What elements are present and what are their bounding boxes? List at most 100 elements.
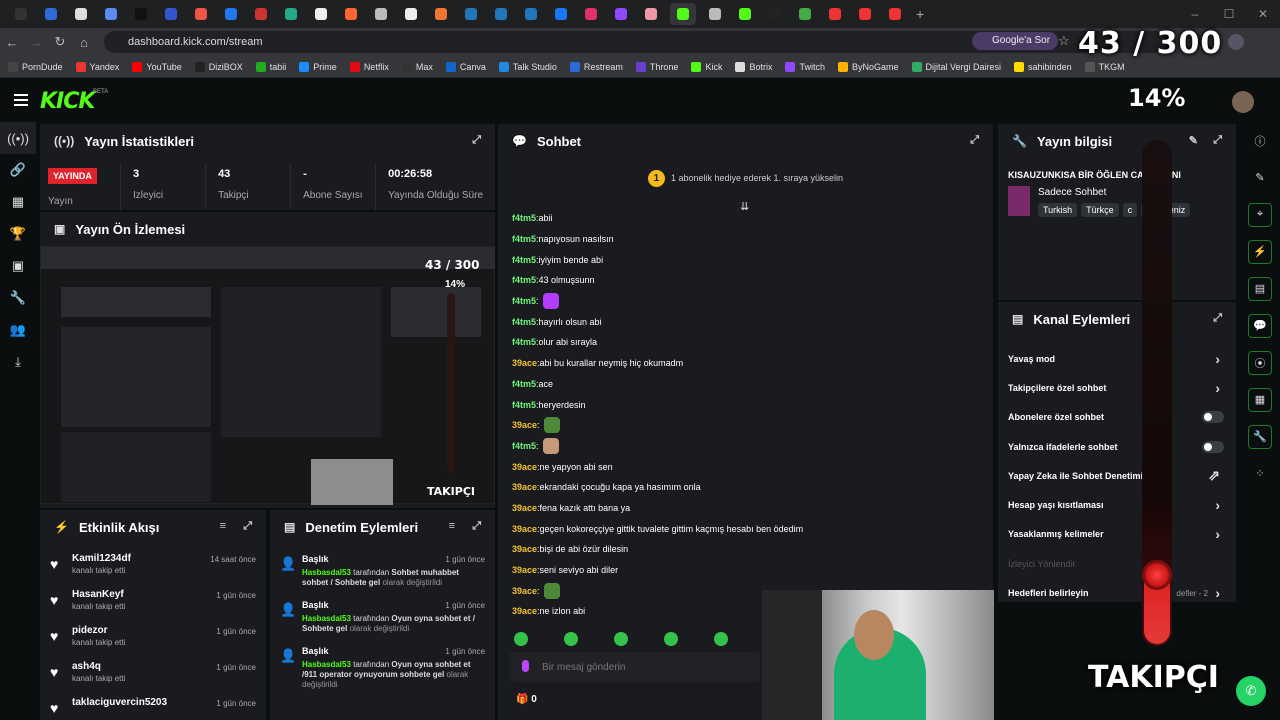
- browser-tab[interactable]: [794, 3, 816, 25]
- browser-tab[interactable]: [734, 3, 756, 25]
- popout-icon[interactable]: ⤢: [1213, 312, 1222, 325]
- chat-username[interactable]: f4tm5: [512, 275, 536, 285]
- browser-tab[interactable]: [340, 3, 362, 25]
- toggle-switch[interactable]: [1202, 440, 1224, 453]
- browser-tab[interactable]: [250, 3, 272, 25]
- browser-tab[interactable]: [854, 3, 876, 25]
- toggle-switch[interactable]: [1202, 411, 1224, 424]
- bookmark-star-icon[interactable]: ☆: [1058, 33, 1070, 49]
- emote-icon[interactable]: [714, 632, 728, 646]
- chat-username[interactable]: f4tm5: [512, 213, 536, 223]
- browser-tab[interactable]: [580, 3, 602, 25]
- edit-icon[interactable]: ✎: [1189, 134, 1198, 147]
- grid-icon[interactable]: ▦: [1240, 381, 1280, 418]
- browser-tab[interactable]: [490, 3, 512, 25]
- bookmark-item[interactable]: TKGM: [1084, 61, 1125, 72]
- bookmark-item[interactable]: DiziBOX: [194, 61, 243, 72]
- browser-tab[interactable]: [220, 3, 242, 25]
- chat-username[interactable]: 39ace: [512, 482, 537, 492]
- moderator-name[interactable]: Hasbasdal53: [302, 660, 351, 669]
- users-icon[interactable]: 👥: [0, 314, 36, 346]
- chat-username[interactable]: 39ace: [512, 420, 537, 430]
- browser-tab[interactable]: [190, 3, 212, 25]
- browser-tab[interactable]: [520, 3, 542, 25]
- emote-icon[interactable]: [564, 632, 578, 646]
- chat-input[interactable]: Bir mesaj gönderin: [510, 652, 760, 682]
- google-ask-chip[interactable]: Google'a Sor: [972, 32, 1059, 50]
- browser-tab[interactable]: [280, 3, 302, 25]
- browser-tab[interactable]: [100, 3, 122, 25]
- chat-username[interactable]: 39ace: [512, 565, 537, 575]
- reload-icon[interactable]: ↻: [48, 34, 72, 50]
- new-tab-icon[interactable]: +: [916, 6, 924, 22]
- bookmark-item[interactable]: tabii: [255, 61, 286, 72]
- trophy-icon[interactable]: 🏆: [0, 218, 36, 250]
- download-icon[interactable]: ⤓: [0, 346, 36, 378]
- whatsapp-icon[interactable]: ✆: [1236, 676, 1266, 706]
- chat-username[interactable]: f4tm5: [512, 317, 536, 327]
- chat-username[interactable]: f4tm5: [512, 400, 536, 410]
- avatar[interactable]: [1232, 91, 1254, 113]
- popout-icon[interactable]: ⤢: [1213, 134, 1222, 147]
- browser-tab[interactable]: [430, 3, 452, 25]
- browser-tab[interactable]: [370, 3, 392, 25]
- tool-icon[interactable]: 🔧: [1240, 418, 1280, 455]
- chat-username[interactable]: 39ace: [512, 544, 537, 554]
- channel-points[interactable]: 🎁 0: [516, 694, 537, 705]
- popout-icon[interactable]: ⤢: [472, 134, 481, 147]
- channel-action[interactable]: Yalnızca ifadelerle sohbet: [998, 432, 1236, 461]
- channel-action[interactable]: Yapay Zeka ile Sohbet Denetimi ⇗: [998, 461, 1236, 490]
- emote-icon[interactable]: [664, 632, 678, 646]
- category-name[interactable]: Sadece Sohbet: [1038, 187, 1106, 198]
- scan-icon[interactable]: ⌖: [1240, 196, 1280, 233]
- moderator-name[interactable]: Hasbasdal53: [302, 614, 351, 623]
- bookmark-item[interactable]: Kick: [691, 61, 722, 72]
- bookmark-item[interactable]: Prime: [299, 61, 337, 72]
- stream-preview[interactable]: 43 / 300 14% TAKIPÇI: [40, 246, 495, 505]
- browser-tab[interactable]: [460, 3, 482, 25]
- channel-action[interactable]: Hedefleri belirleyin defler - 2 ›: [998, 578, 1236, 602]
- bookmark-item[interactable]: ByNoGame: [837, 61, 899, 72]
- chat-username[interactable]: 39ace: [512, 503, 537, 513]
- browser-tab[interactable]: [160, 3, 182, 25]
- browser-tab[interactable]: [884, 3, 906, 25]
- chat-username[interactable]: f4tm5: [512, 379, 536, 389]
- bookmark-item[interactable]: Throne: [635, 61, 678, 72]
- browser-tab[interactable]: [610, 3, 632, 25]
- notes-icon[interactable]: ▤: [1240, 270, 1280, 307]
- channel-action[interactable]: Yasaklanmış kelimeler ›: [998, 520, 1236, 549]
- home-icon[interactable]: ⌂: [72, 35, 96, 50]
- kick-logo[interactable]: KICK: [40, 89, 95, 114]
- bookmark-item[interactable]: YouTube: [132, 61, 182, 72]
- chat-icon[interactable]: 💬: [1240, 307, 1280, 344]
- broadcast-icon[interactable]: ⦿: [1240, 344, 1280, 381]
- channel-action[interactable]: Takipçilere özel sohbet ›: [998, 373, 1236, 402]
- browser-tab[interactable]: [10, 3, 32, 25]
- browser-tab[interactable]: [550, 3, 572, 25]
- emote-icon[interactable]: [514, 632, 528, 646]
- popout-icon[interactable]: ⤢: [970, 134, 979, 147]
- chat-username[interactable]: 39ace: [512, 606, 537, 616]
- browser-tab[interactable]: [824, 3, 846, 25]
- browser-tab[interactable]: [130, 3, 152, 25]
- browser-tab[interactable]: [40, 3, 62, 25]
- popout-icon[interactable]: ⤢: [243, 520, 252, 533]
- menu-icon[interactable]: [14, 94, 28, 106]
- channel-action[interactable]: Hesap yaşı kısıtlaması ›: [998, 490, 1236, 519]
- bookmark-item[interactable]: Max: [401, 61, 433, 72]
- chat-username[interactable]: 39ace: [512, 462, 537, 472]
- chat-username[interactable]: f4tm5: [512, 234, 536, 244]
- bookmark-item[interactable]: Netflix: [349, 61, 389, 72]
- chart-icon[interactable]: ▦: [0, 186, 36, 218]
- filter-icon[interactable]: ≡: [449, 520, 455, 532]
- popout-icon[interactable]: ⤢: [472, 520, 481, 533]
- chat-username[interactable]: f4tm5: [512, 441, 536, 451]
- channel-action[interactable]: Yavaş mod ›: [998, 344, 1236, 373]
- chat-scroll-down-icon[interactable]: ⇊: [740, 200, 749, 213]
- info-icon[interactable]: ⓘ: [1240, 122, 1280, 159]
- mic-icon[interactable]: [522, 660, 529, 672]
- bookmark-item[interactable]: Canva: [445, 61, 486, 72]
- browser-profile-avatar[interactable]: [1228, 34, 1244, 50]
- dots-icon[interactable]: ⁘: [1240, 455, 1280, 492]
- bookmark-item[interactable]: Restream: [569, 61, 623, 72]
